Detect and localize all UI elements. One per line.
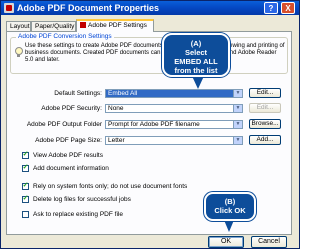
page-size-label: Adobe PDF Page Size:	[35, 137, 102, 144]
close-button[interactable]: X	[281, 2, 295, 14]
checkbox-label: Rely on system fonts only; do not use do…	[33, 183, 188, 190]
title-bar[interactable]: Adobe PDF Document Properties ? X	[1, 1, 299, 15]
chevron-down-icon[interactable]: ▼	[233, 90, 242, 97]
help-button[interactable]: ?	[264, 2, 278, 14]
tab-adobe-pdf-settings[interactable]: Adobe PDF Settings	[76, 19, 154, 32]
group-title: Adobe PDF Conversion Settings	[16, 33, 114, 41]
checkbox-label: Ask to replace existing PDF file	[33, 211, 123, 218]
checkmark-icon: ✓	[22, 195, 29, 202]
conversion-settings-group: Adobe PDF Conversion Settings Use these …	[10, 33, 288, 74]
security-value: None	[108, 105, 124, 112]
tab-label: Adobe PDF Settings	[88, 22, 147, 29]
callout-step-label: (A)	[190, 39, 202, 48]
checkbox[interactable]	[22, 211, 29, 218]
callout-text: Click OK	[214, 206, 246, 215]
output-folder-dropdown[interactable]: Prompt for Adobe PDF filename ▼	[105, 120, 243, 129]
checkbox-label: Delete log files for successful jobs	[33, 196, 131, 203]
output-folder-label: Adobe PDF Output Folder	[26, 121, 102, 128]
callout-select-embed-all: (A) Select EMBED ALL from the list	[162, 33, 230, 77]
edit-security-button[interactable]: Edit...	[249, 103, 281, 113]
tab-layout[interactable]: Layout	[6, 21, 31, 31]
callout-text: from the list	[174, 66, 218, 75]
settings-description: Use these settings to create Adobe PDF d…	[25, 43, 285, 63]
callout-pointer	[224, 220, 234, 232]
ok-button[interactable]: OK	[208, 236, 244, 248]
security-label: Adobe PDF Security:	[41, 105, 102, 112]
chevron-down-icon[interactable]: ▼	[233, 105, 242, 112]
default-settings-label: Default Settings:	[54, 90, 102, 97]
chevron-down-icon[interactable]: ▼	[233, 137, 242, 144]
edit-default-settings-button[interactable]: Edit...	[249, 88, 281, 98]
page-size-dropdown[interactable]: Letter ▼	[105, 136, 243, 145]
adobe-pdf-icon	[80, 22, 86, 28]
callout-text: Select	[184, 48, 208, 57]
default-settings-dropdown[interactable]: Embed All ▼	[105, 89, 243, 98]
window-title: Adobe PDF Document Properties	[17, 3, 160, 13]
lightbulb-icon	[14, 47, 23, 57]
output-folder-value: Prompt for Adobe PDF filename	[108, 121, 200, 128]
callout-text: EMBED ALL	[174, 57, 218, 66]
tab-paper-quality[interactable]: Paper/Quality	[31, 21, 76, 31]
checkmark-icon: ✓	[22, 151, 29, 158]
page-size-value: Letter	[108, 137, 125, 144]
callout-pointer	[192, 76, 204, 89]
checkmark-icon: ✓	[22, 182, 29, 189]
cancel-button[interactable]: Cancel	[251, 236, 287, 248]
callout-click-ok: (B) Click OK	[204, 192, 256, 221]
checkmark-icon: ✓	[22, 164, 29, 171]
checkbox-label: View Adobe PDF results	[33, 152, 103, 159]
default-settings-value: Embed All	[108, 90, 138, 97]
browse-button[interactable]: Browse...	[249, 119, 281, 129]
callout-step-label: (B)	[224, 197, 236, 206]
adobe-pdf-icon	[4, 3, 14, 13]
security-dropdown[interactable]: None ▼	[105, 104, 243, 113]
add-page-size-button[interactable]: Add...	[249, 135, 281, 145]
checkbox-label: Add document information	[33, 165, 109, 172]
chevron-down-icon[interactable]: ▼	[233, 121, 242, 128]
